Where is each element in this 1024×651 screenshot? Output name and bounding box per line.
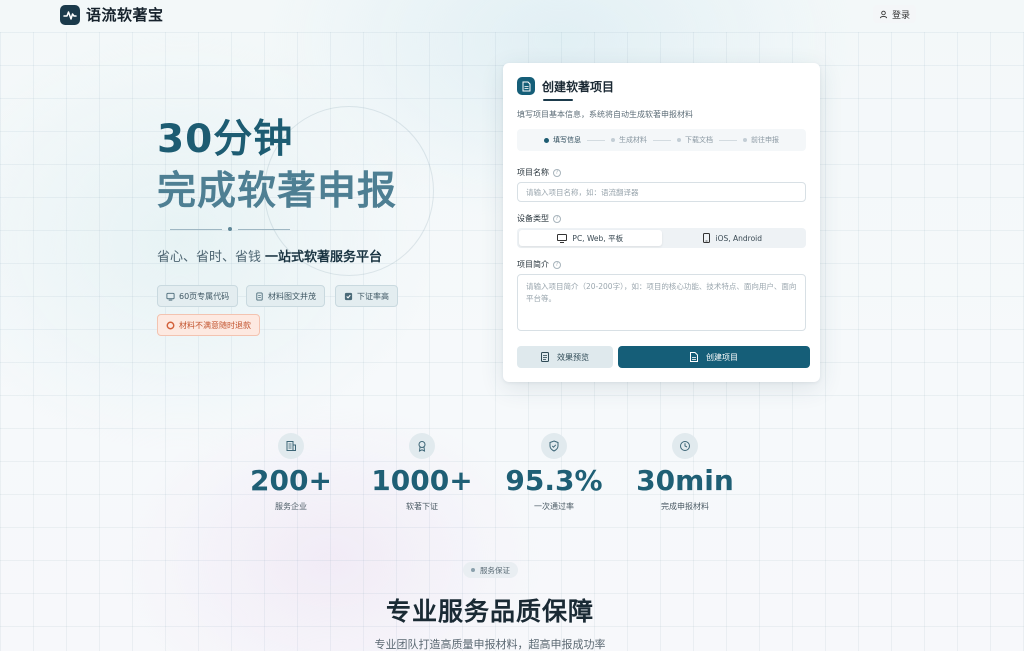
guarantee-label: 材料不满意随时退款 (179, 320, 251, 330)
logo-text: 语流软著宝 (86, 6, 164, 24)
clock-icon (672, 433, 698, 459)
hero-title-line2: 完成软著申报 (157, 169, 398, 214)
stat-caption: 完成申报材料 (661, 502, 709, 511)
device-type-selector: PC, Web, 平板 iOS, Android (517, 228, 806, 248)
project-name-input[interactable] (517, 182, 806, 202)
step-3: 下载文档 (677, 135, 713, 145)
check-icon (344, 292, 353, 300)
document-icon (541, 352, 549, 362)
help-icon[interactable]: ? (553, 168, 561, 177)
stat-pass-rate: 95.3% 一次通过率 (494, 433, 614, 512)
stat-duration: 30min 完成申报材料 (625, 433, 745, 512)
document-icon (256, 291, 263, 301)
help-icon[interactable]: ? (553, 214, 561, 223)
device-option-pc[interactable]: PC, Web, 平板 (519, 230, 662, 246)
section-title: 专业服务品质保障 (385, 597, 594, 626)
stat-value: 200+ (250, 464, 332, 497)
project-intro-label: 项目简介 ? (517, 259, 561, 270)
login-label: 登录 (892, 10, 911, 21)
hero-subtitle-plain: 省心、省时、省钱 (157, 250, 262, 265)
step-indicator: 填写信息 生成材料 下载文档 前往申报 (517, 129, 806, 151)
feature-tag-check: 下证率高 (335, 285, 398, 307)
stat-caption: 服务企业 (275, 502, 307, 511)
logo[interactable]: 语流软著宝 (60, 4, 164, 25)
card-description: 填写项目基本信息，系统将自动生成软著申报材料 (517, 110, 693, 119)
hero-divider (170, 226, 290, 232)
feature-tag-document: 材料图文并茂 (246, 285, 325, 307)
stat-value: 95.3% (505, 464, 603, 497)
hero-title-line1: 30分钟 (157, 117, 294, 162)
device-option-mobile[interactable]: iOS, Android (662, 230, 805, 246)
building-icon (278, 433, 304, 459)
award-icon (409, 433, 435, 459)
project-name-label: 项目名称 ? (517, 167, 561, 178)
hero-subtitle-bold: 一站式软著服务平台 (265, 250, 383, 265)
hero-title: 30分钟 完成软著申报 (157, 114, 397, 218)
guarantee-tag: 材料不满意随时退款 (157, 314, 260, 336)
user-icon (879, 10, 888, 18)
top-header: 语流软著宝 登录 (0, 0, 1024, 30)
step-1: 填写信息 (544, 135, 581, 145)
device-type-label: 设备类型 ? (517, 213, 561, 224)
stat-certificates: 1000+ 软著下证 (362, 433, 482, 512)
stat-clients: 200+ 服务企业 (231, 433, 351, 512)
card-title: 创建软著项目 (542, 79, 615, 94)
feature-tag-label: 材料图文并茂 (268, 291, 316, 301)
code-icon (166, 292, 175, 301)
feature-tag-code: 60页专属代码 (157, 285, 239, 307)
refund-icon (166, 321, 175, 329)
card-title-underline (543, 99, 573, 101)
section-pill: 服务保证 (463, 562, 518, 578)
create-project-card: 创建软著项目 填写项目基本信息，系统将自动生成软著申报材料 填写信息 生成材料 … (503, 63, 820, 382)
feature-tag-label: 下证率高 (357, 291, 389, 301)
monitor-icon (557, 233, 568, 243)
hero-subtitle: 省心、省时、省钱 一站式软著服务平台 (157, 246, 382, 265)
help-icon[interactable]: ? (553, 260, 561, 269)
create-project-button[interactable]: 创建项目 (618, 346, 810, 368)
step-2: 生成材料 (611, 135, 647, 145)
project-intro-textarea[interactable] (517, 274, 806, 331)
login-button[interactable]: 登录 (873, 5, 917, 23)
shield-check-icon (541, 433, 567, 459)
phone-icon (703, 233, 711, 243)
file-icon (517, 77, 535, 95)
stat-caption: 一次通过率 (534, 502, 574, 511)
section-subtitle: 专业团队打造高质量申报材料，超高申报成功率 (374, 638, 606, 651)
stat-value: 1000+ (371, 464, 473, 497)
step-4: 前往申报 (743, 135, 779, 145)
feature-tag-label: 60页专属代码 (179, 291, 230, 301)
card-header: 创建软著项目 (517, 77, 614, 95)
stat-value: 30min (636, 464, 734, 497)
file-icon (690, 352, 698, 362)
waveform-logo-icon (60, 4, 80, 25)
dot-icon (471, 568, 475, 572)
stat-caption: 软著下证 (406, 502, 438, 511)
preview-button[interactable]: 效果预览 (517, 346, 613, 368)
